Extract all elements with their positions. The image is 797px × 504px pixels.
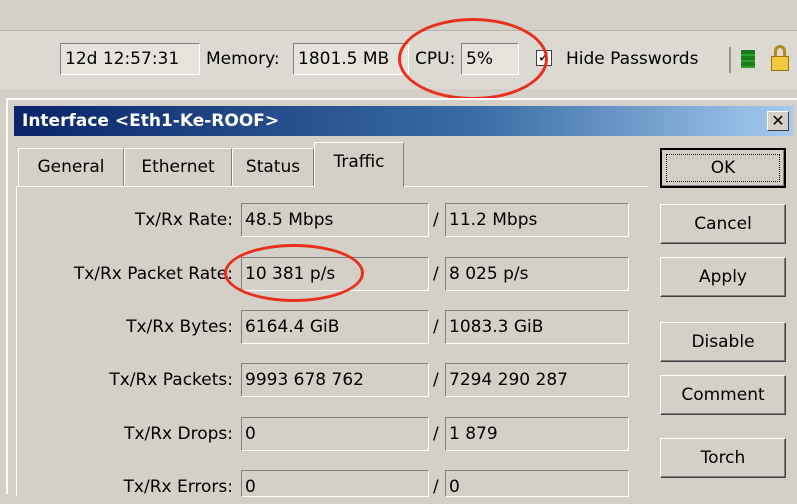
green-bars-icon [741,50,755,68]
rx-drops-value: 1 879 [445,417,629,451]
tab-traffic[interactable]: Traffic [314,142,404,187]
bytes-separator: / [433,317,439,337]
rx-rate-value: 11.2 Mbps [445,203,629,237]
traffic-panel: Tx/Rx Rate: 48.5 Mbps / 11.2 Mbps Tx/Rx … [16,186,648,497]
tx-bytes-value: 6164.4 GiB [241,310,429,344]
rx-packet-rate-value: 8 025 p/s [445,257,629,291]
hide-passwords-label[interactable]: Hide Passwords [566,43,698,75]
hide-passwords-checkbox[interactable]: ✓ [536,50,552,66]
tx-rx-errors-label: Tx/Rx Errors: [123,477,233,497]
ok-button-label: OK [710,158,736,178]
packets-separator: / [433,370,439,390]
rate-separator: / [433,210,439,230]
memory-field: 1801.5 MB [293,43,409,75]
tx-rx-packets-label: Tx/Rx Packets: [109,370,233,390]
window-titlebar[interactable]: Interface <Eth1-Ke-ROOF> ✕ [14,106,793,136]
close-icon: ✕ [771,111,785,130]
cancel-button[interactable]: Cancel [660,204,786,244]
tx-packets-value: 9993 678 762 [241,363,429,397]
top-strip [0,0,797,30]
interface-window: Interface <Eth1-Ke-ROOF> ✕ General Ether… [6,98,797,497]
drops-separator: / [433,424,439,444]
rx-bytes-value: 1083.3 GiB [445,310,629,344]
tx-rate-value: 48.5 Mbps [241,203,429,237]
tx-packet-rate-value: 10 381 p/s [241,257,429,291]
tx-drops-value: 0 [241,417,429,451]
tab-ethernet[interactable]: Ethernet [124,148,232,186]
errors-separator: / [433,477,439,497]
tx-rx-drops-label: Tx/Rx Drops: [124,424,233,444]
uptime-field: 12d 12:57:31 [60,43,200,75]
cpu-field: 5% [461,43,519,75]
tx-rx-bytes-label: Tx/Rx Bytes: [126,317,233,337]
packet-rate-separator: / [433,264,439,284]
apply-button[interactable]: Apply [660,257,786,297]
tab-status[interactable]: Status [232,148,314,186]
tx-errors-value: 0 [241,470,429,497]
tx-rx-packet-rate-label: Tx/Rx Packet Rate: [73,264,233,284]
comment-button[interactable]: Comment [660,375,786,415]
lock-body [771,56,789,71]
memory-label: Memory: [206,49,280,69]
disable-button[interactable]: Disable [660,322,786,362]
tx-rx-rate-label: Tx/Rx Rate: [134,210,233,230]
statusbar-separator [729,47,731,73]
cpu-label: CPU: [415,49,456,69]
lock-icon[interactable] [769,45,791,71]
rx-errors-value: 0 [445,470,629,497]
window-title: Interface <Eth1-Ke-ROOF> [22,111,280,131]
rx-packets-value: 7294 290 287 [445,363,629,397]
close-button[interactable]: ✕ [767,111,789,131]
status-bar: 12d 12:57:31 Memory: 1801.5 MB CPU: 5% ✓… [0,30,797,89]
ok-button[interactable]: OK [660,148,786,188]
torch-button[interactable]: Torch [660,438,786,478]
tab-general[interactable]: General [18,148,124,186]
